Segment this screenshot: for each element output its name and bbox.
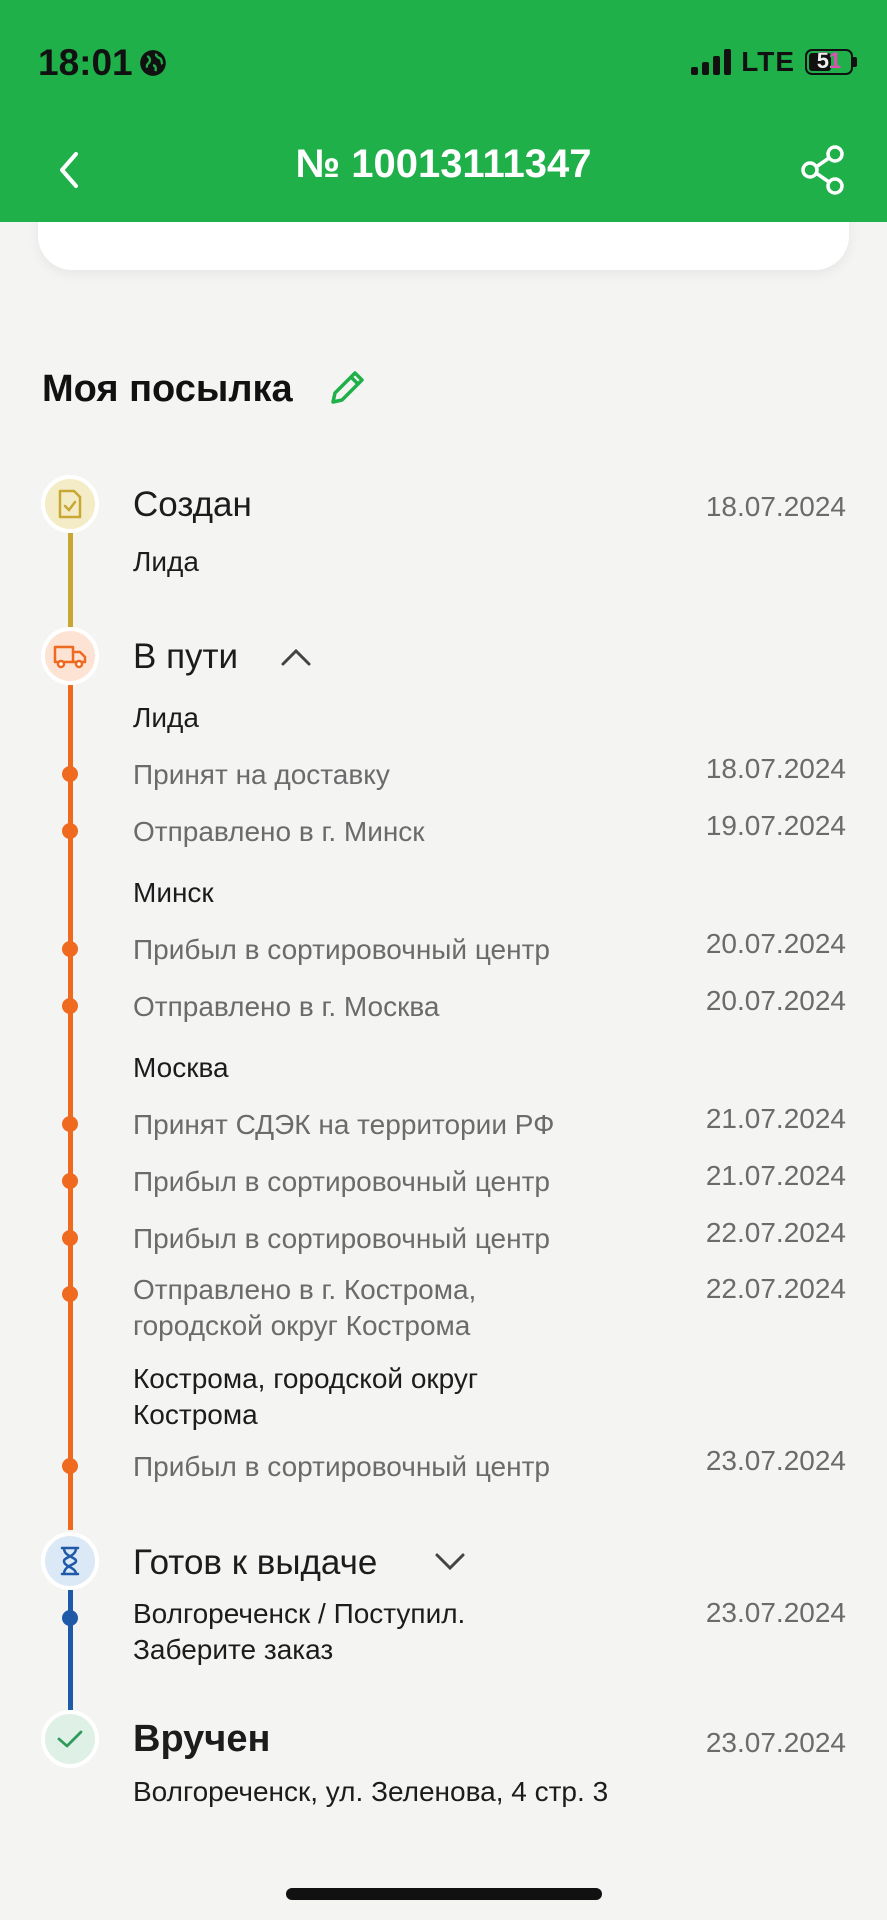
pencil-icon[interactable] — [325, 366, 369, 410]
event-dot — [62, 1116, 78, 1132]
hourglass-icon — [60, 1546, 80, 1576]
event-label: Прибыл в сортировочный центр — [133, 1223, 550, 1254]
home-indicator[interactable] — [286, 1888, 602, 1900]
event-date: 18.07.2024 — [705, 753, 846, 784]
event-dot — [62, 823, 78, 839]
stage-name-delivered: Вручен — [133, 1718, 271, 1760]
event-date: 20.07.2024 — [705, 928, 846, 959]
event-label: Отправлено в г. Москва — [133, 991, 440, 1022]
timeline-line-created — [68, 533, 73, 627]
event-date: 22.07.2024 — [705, 1273, 846, 1304]
section-title: Моя посылка — [42, 368, 293, 410]
stage-name-transit[interactable]: В пути — [133, 637, 238, 677]
timeline-line-transit — [68, 685, 73, 1530]
event-label: Принят на доставку — [133, 759, 390, 790]
event-date: 19.07.2024 — [705, 810, 846, 841]
check-icon — [57, 1730, 83, 1748]
battery-level: 51 — [816, 48, 842, 73]
battery-icon: 51 — [805, 48, 857, 75]
event-label: Прибыл в сортировочный центр — [133, 1451, 550, 1482]
event-label: Прибыл в сортировочный центр — [133, 1166, 550, 1197]
document-check-icon — [58, 489, 82, 519]
event-date: 20.07.2024 — [705, 985, 846, 1016]
chevron-up-icon[interactable] — [279, 646, 313, 668]
event-dot — [62, 1173, 78, 1189]
delivery-address: Волгореченск, ул. Зеленова, 4 стр. 3 — [133, 1776, 609, 1807]
city-label: Лида — [133, 702, 199, 733]
stage-icon-delivered — [41, 1710, 99, 1768]
stage-icon-transit[interactable] — [41, 627, 99, 685]
event-dot — [62, 1286, 78, 1302]
event-dot — [62, 766, 78, 782]
event-dot — [62, 941, 78, 957]
city-label: Минск — [133, 877, 214, 908]
page-title: № 10013111347 — [295, 142, 592, 186]
event-label: Принят СДЭК на территории РФ — [133, 1109, 555, 1140]
event-date: 22.07.2024 — [705, 1217, 846, 1248]
event-date: 23.07.2024 — [705, 1597, 846, 1628]
event-dot — [62, 1230, 78, 1246]
stage-date-created: 18.07.2024 — [705, 491, 846, 522]
ready-event-label: Волгореченск / Поступил. Заберите заказ — [133, 1598, 466, 1665]
event-dot — [62, 1458, 78, 1474]
stage-icon-created — [41, 475, 99, 533]
event-dot — [62, 998, 78, 1014]
city-label: Лида — [133, 546, 199, 577]
timeline-line-ready — [68, 1590, 73, 1710]
stage-name-ready[interactable]: Готов к выдаче — [133, 1543, 377, 1583]
event-date: 23.07.2024 — [705, 1445, 846, 1476]
event-date: 21.07.2024 — [705, 1160, 846, 1191]
city-label: Кострома, городской округ Кострома — [133, 1363, 479, 1430]
event-date: 21.07.2024 — [705, 1103, 846, 1134]
status-bar-right: LTE 51 — [691, 46, 857, 78]
chevron-down-icon[interactable] — [433, 1550, 467, 1572]
share-icon[interactable] — [797, 144, 849, 196]
event-label: Отправлено в г. Минск — [133, 816, 425, 847]
event-label: Отправлено в г. Кострома, городской окру… — [133, 1274, 477, 1341]
event-dot — [62, 1610, 78, 1626]
event-label: Прибыл в сортировочный центр — [133, 934, 550, 965]
clock: 18:01 — [38, 42, 133, 83]
network-type: LTE — [741, 46, 795, 77]
stage-date-delivered: 23.07.2024 — [705, 1727, 846, 1758]
stage-name-created: Создан — [133, 485, 252, 524]
globe-icon — [139, 50, 166, 76]
city-label: Москва — [133, 1052, 229, 1083]
signal-icon — [691, 49, 732, 75]
status-bar-time: 18:01 — [38, 42, 167, 84]
truck-icon — [53, 645, 87, 669]
stage-icon-ready[interactable] — [41, 1532, 99, 1590]
app-header: 18:01 LTE 51 № 10013111347 — [0, 0, 887, 222]
